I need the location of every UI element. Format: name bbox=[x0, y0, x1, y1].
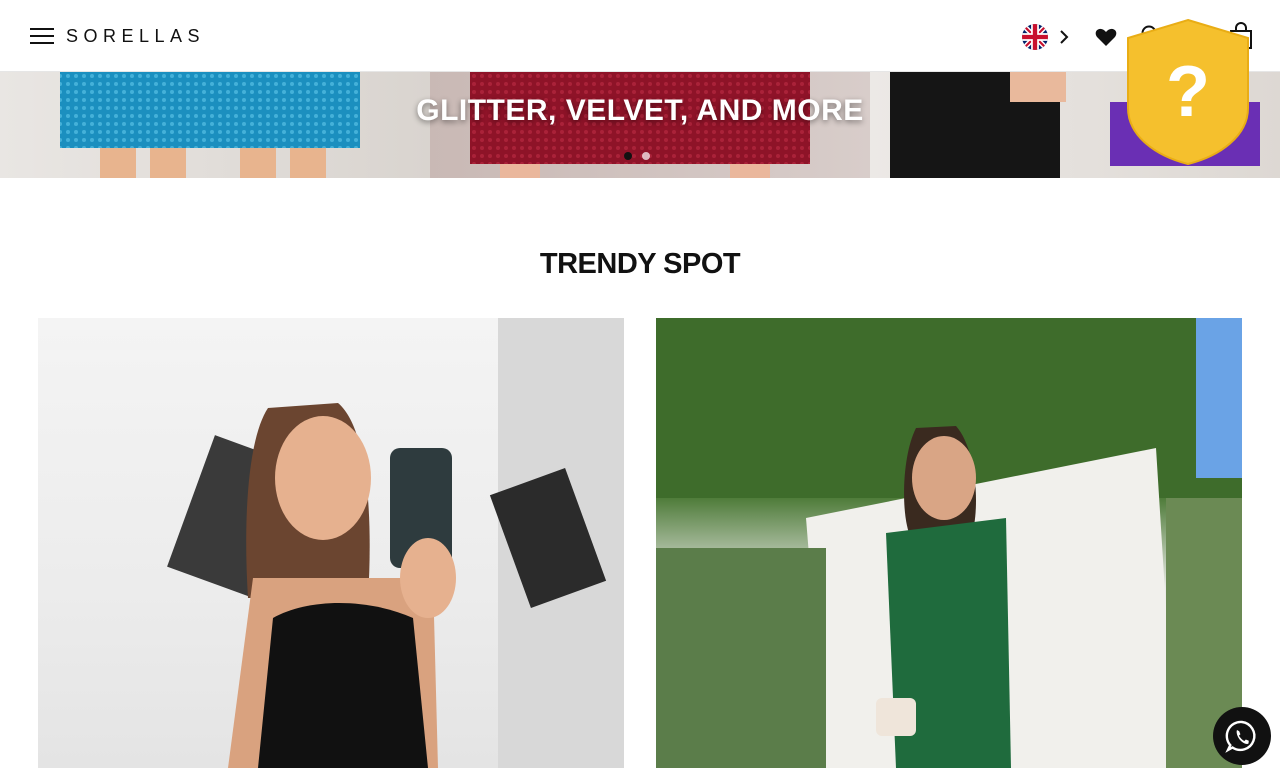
carousel-dots bbox=[624, 152, 650, 160]
product-card-green-dress[interactable] bbox=[656, 318, 1242, 768]
brand-logo[interactable]: SORELLAS bbox=[66, 26, 205, 47]
section-title: TRENDY SPOT bbox=[539, 248, 741, 280]
help-shield-badge[interactable]: ? bbox=[1126, 18, 1250, 166]
carousel-dot-2[interactable] bbox=[642, 152, 650, 160]
heart-icon[interactable] bbox=[1094, 25, 1118, 49]
hero-caption: GLITTER, VELVET, AND MORE bbox=[416, 94, 864, 127]
green-dress-photo bbox=[656, 318, 1242, 768]
hero-banner[interactable]: GLITTER, VELVET, AND MORE bbox=[0, 72, 1280, 178]
chevron-right-icon[interactable] bbox=[1056, 27, 1072, 47]
product-card-black-dress[interactable] bbox=[38, 318, 624, 768]
help-question-mark: ? bbox=[1166, 52, 1210, 132]
carousel-dot-1[interactable] bbox=[624, 152, 632, 160]
uk-flag-icon[interactable] bbox=[1022, 24, 1048, 50]
site-header: SORELLAS bbox=[0, 0, 1280, 72]
black-dress-photo bbox=[167, 318, 624, 768]
whatsapp-icon[interactable] bbox=[1213, 707, 1271, 765]
hamburger-menu-icon[interactable] bbox=[30, 26, 54, 46]
